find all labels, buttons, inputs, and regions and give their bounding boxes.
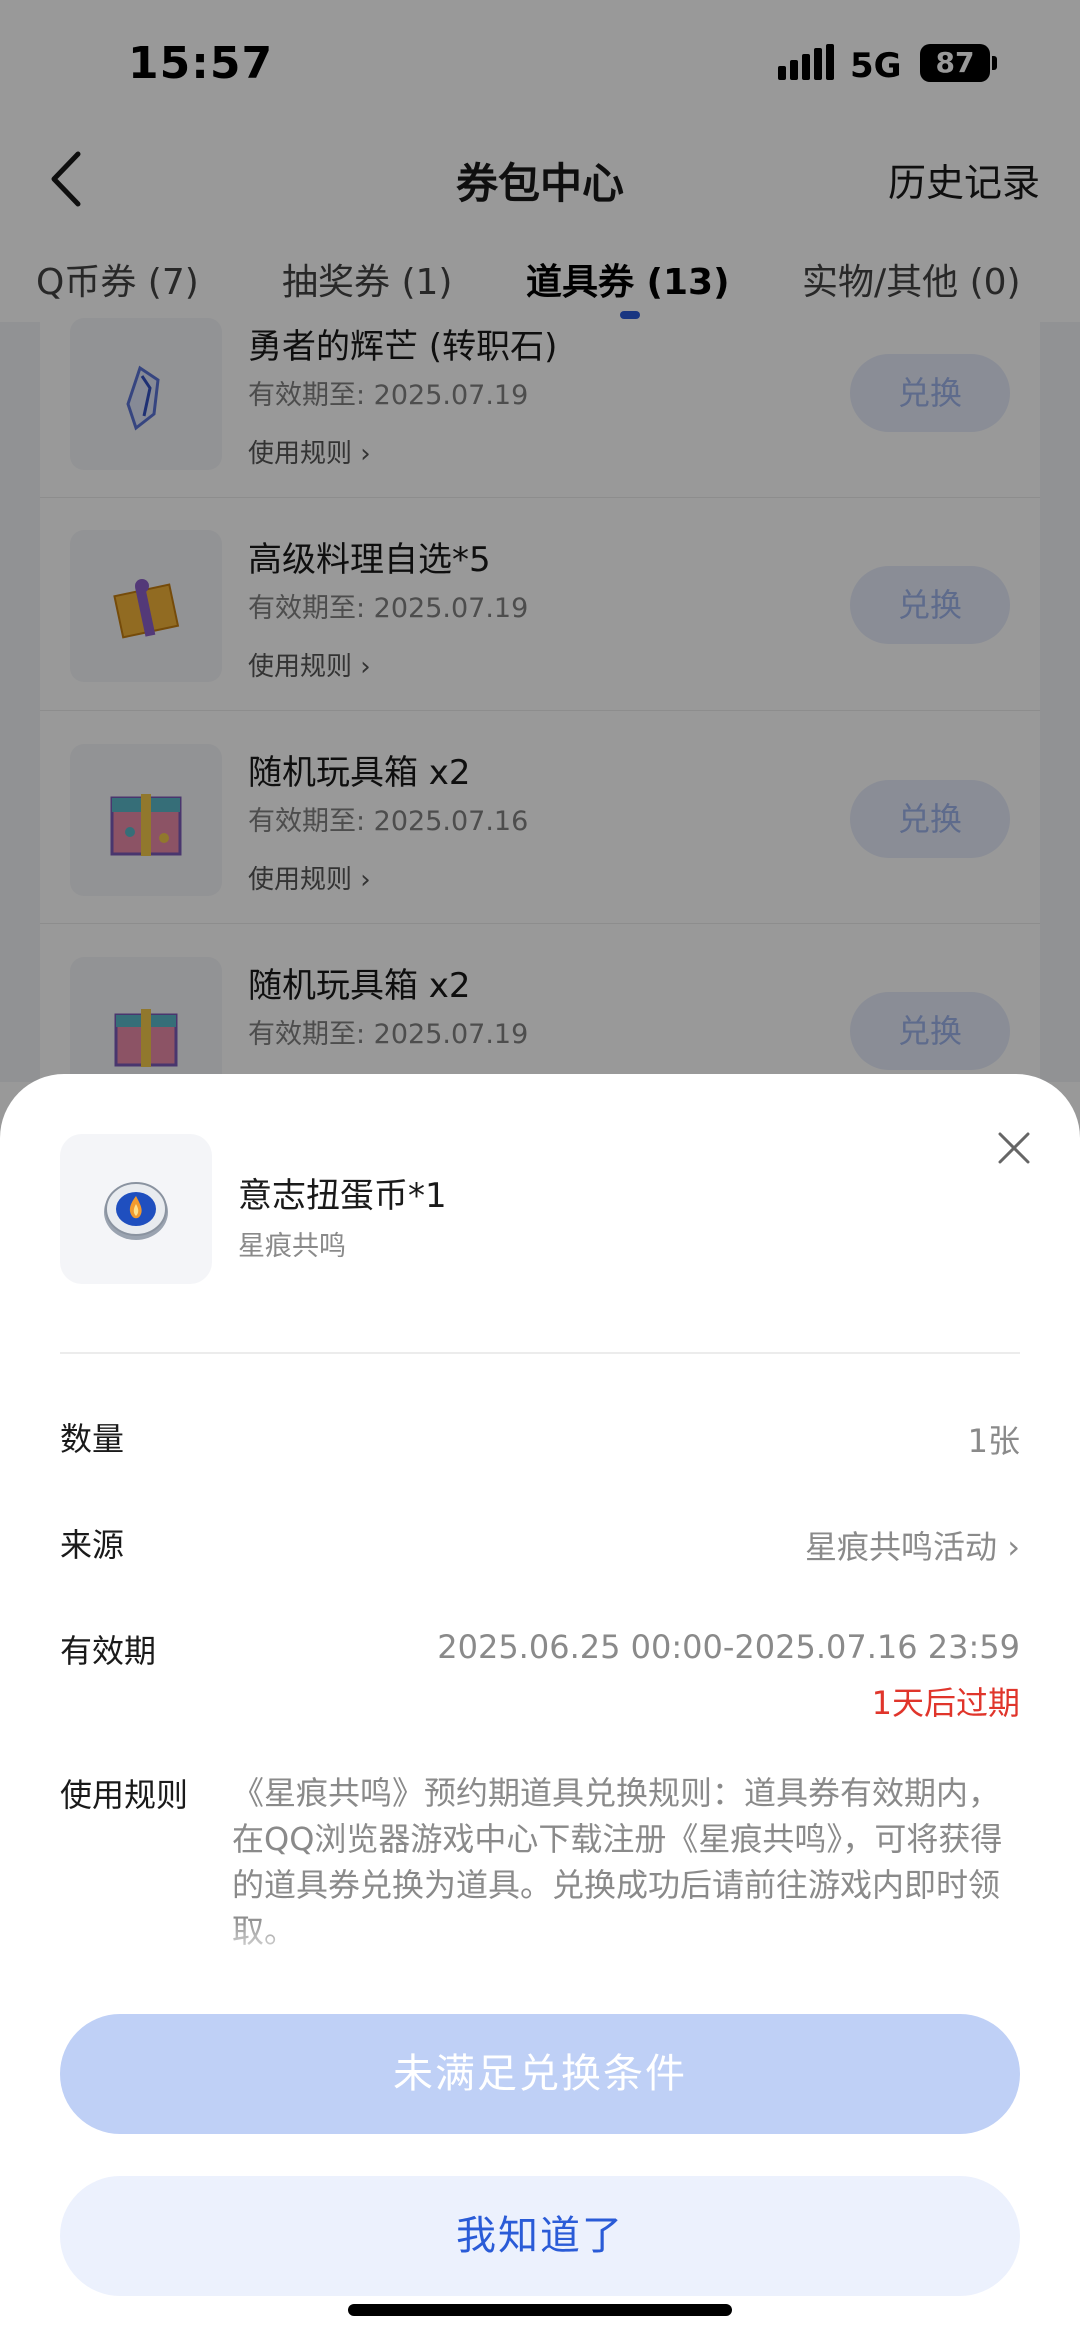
coupon-detail-game: 星痕共鸣 bbox=[238, 1231, 346, 1262]
chevron-right-icon: › bbox=[1007, 1528, 1020, 1566]
close-icon bbox=[998, 1132, 1030, 1164]
gacha-coin-icon bbox=[104, 1182, 168, 1240]
coupon-detail-thumbnail bbox=[60, 1134, 212, 1284]
redeem-disabled-button[interactable]: 未满足兑换条件 bbox=[60, 2014, 1020, 2134]
quantity-value: 1张 bbox=[967, 1422, 1020, 1460]
quantity-label: 数量 bbox=[60, 1420, 125, 1458]
expire-note: 1天后过期 bbox=[871, 1684, 1020, 1722]
close-button[interactable] bbox=[992, 1126, 1036, 1170]
got-it-button[interactable]: 我知道了 bbox=[60, 2176, 1020, 2296]
validity-label: 有效期 bbox=[60, 1632, 157, 1670]
divider bbox=[60, 1352, 1020, 1354]
home-indicator bbox=[348, 2304, 732, 2316]
source-label: 来源 bbox=[60, 1526, 125, 1564]
source-link[interactable]: 星痕共鸣活动 › bbox=[805, 1522, 1020, 1568]
rules-fade bbox=[232, 1916, 1022, 1966]
coupon-detail-title: 意志扭蛋币*1 bbox=[238, 1176, 447, 1216]
coupon-detail-sheet: 意志扭蛋币*1 星痕共鸣 数量 1张 来源 星痕共鸣活动 › 有效期 2025.… bbox=[0, 1074, 1080, 2337]
rules-label: 使用规则 bbox=[60, 1776, 189, 1814]
source-value: 星痕共鸣活动 bbox=[805, 1528, 998, 1566]
validity-value: 2025.06.25 00:00-2025.07.16 23:59 bbox=[437, 1628, 1020, 1666]
